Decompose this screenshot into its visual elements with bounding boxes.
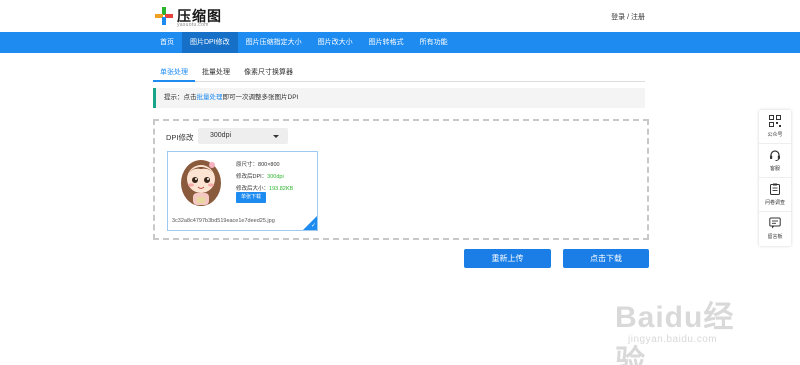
tab-single[interactable]: 单张处理 (153, 66, 195, 82)
upload-area[interactable]: DPI修改 300dpi 原尺寸：800×800 修改后DPI：300dpi 修… (153, 119, 649, 240)
register-link[interactable]: 注册 (631, 14, 645, 21)
tab-pixel-calculator[interactable]: 像素尺寸换算器 (237, 66, 300, 82)
watermark-sub: jingyan.baidu.com (628, 334, 718, 345)
tip-suffix: 即可一次调整多张图片DPI (222, 94, 299, 101)
modified-dpi-value: 300dpi (267, 174, 284, 180)
site-logo[interactable]: 压缩图 yasuotu.com (155, 5, 235, 28)
nav-item-home[interactable]: 首页 (152, 32, 182, 53)
modified-dpi-label: 修改后DPI： (236, 174, 268, 180)
original-size-row: 原尺寸：800×800 (236, 159, 293, 171)
sidebar-label-wechat: 公众号 (767, 132, 783, 138)
watermark-main: Baidu经验 (615, 301, 735, 365)
clipboard-icon (770, 183, 780, 195)
tip-batch-link[interactable]: 批量处理 (197, 94, 223, 101)
main-navbar: 首页 图片DPI修改 图片压缩指定大小 图片改大小 图片转格式 所有功能 (0, 32, 800, 53)
original-size-value: 800×800 (258, 162, 280, 168)
message-icon (769, 217, 781, 229)
logo-domain: yasuotu.com (177, 22, 209, 28)
image-info: 原尺寸：800×800 修改后DPI：300dpi 修改后大小：193.82KB (236, 159, 293, 195)
image-filename: 3c32a8c4797b3bd519eace1e7deed25.jpg (172, 218, 275, 224)
modified-size-value: 193.82KB (269, 186, 294, 192)
nav-item-dpi[interactable]: 图片DPI修改 (182, 32, 238, 53)
original-size-label: 原尺寸： (236, 162, 259, 168)
download-button[interactable]: 点击下载 (563, 249, 649, 268)
headset-icon (770, 150, 780, 161)
modified-dpi-row: 修改后DPI：300dpi (236, 171, 293, 183)
auth-links: 登录 / 注册 (611, 12, 645, 22)
dpi-selected-value: 300dpi (210, 132, 232, 139)
nav-item-all[interactable]: 所有功能 (412, 32, 456, 53)
tab-batch[interactable]: 批量处理 (195, 66, 237, 82)
single-download-button[interactable]: 单张下载 (236, 192, 266, 203)
logo-cross-icon (155, 7, 173, 25)
chevron-down-icon (273, 135, 279, 138)
processing-tabs: 单张处理 批量处理 像素尺寸换算器 (153, 66, 645, 82)
sidebar-label-guestbook: 留言板 (767, 234, 783, 240)
sidebar-label-support: 客服 (769, 166, 780, 172)
sidebar-item-support[interactable]: 客服 (759, 144, 791, 178)
site-header: 压缩图 yasuotu.com 登录 / 注册 (0, 0, 800, 32)
image-card: 原尺寸：800×800 修改后DPI：300dpi 修改后大小：193.82KB… (167, 151, 318, 231)
baidu-jingyan-watermark: Baidu经验 jingyan.baidu.com (590, 292, 760, 365)
reupload-button[interactable]: 重新上传 (464, 249, 551, 268)
nav-item-compress-size[interactable]: 图片压缩指定大小 (238, 32, 310, 53)
floating-sidebar: 公众号 客服 问卷调查 留言板 (759, 110, 791, 246)
sidebar-item-guestbook[interactable]: 留言板 (759, 212, 791, 246)
check-icon: ✓ (310, 223, 316, 229)
dpi-select[interactable]: 300dpi (198, 128, 288, 144)
sidebar-label-survey: 问卷调查 (764, 200, 785, 206)
image-thumbnail (176, 157, 226, 209)
nav-items: 首页 图片DPI修改 图片压缩指定大小 图片改大小 图片转格式 所有功能 (152, 32, 456, 53)
dpi-label: DPI修改 (166, 133, 194, 142)
login-link[interactable]: 登录 (611, 14, 625, 21)
nav-item-convert[interactable]: 图片转格式 (361, 32, 412, 53)
qrcode-icon (769, 115, 781, 127)
sidebar-item-survey[interactable]: 问卷调查 (759, 178, 791, 212)
nav-item-resize[interactable]: 图片改大小 (310, 32, 361, 53)
tip-banner: 提示：点击批量处理即可一次调整多张图片DPI (153, 88, 645, 108)
sidebar-item-wechat[interactable]: 公众号 (759, 110, 791, 144)
tip-prefix: 提示：点击 (164, 94, 197, 101)
